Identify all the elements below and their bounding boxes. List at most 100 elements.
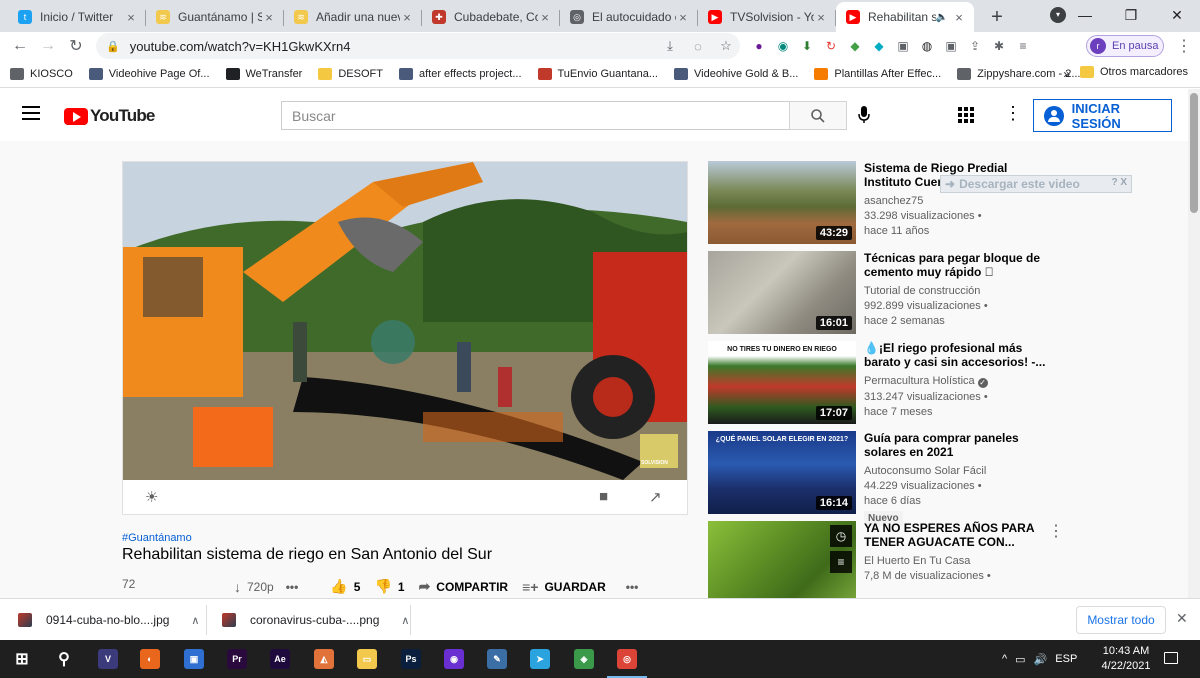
extension-5-icon[interactable]: ◆ [844,36,866,56]
close-tab-icon[interactable]: × [676,10,690,25]
recommended-video[interactable]: 16:01 Técnicas para pegar bloque de cemen… [708,251,1068,341]
hamburger-menu-icon[interactable] [22,106,40,124]
microphone-icon[interactable] [858,106,870,129]
tray-chevron-icon[interactable]: ^ [1002,653,1007,665]
maximize-button[interactable]: ❐ [1108,0,1154,30]
back-button[interactable]: ← [6,37,34,55]
media-player-icon[interactable]: ◉ [444,649,464,669]
notifications-icon[interactable] [1164,652,1178,664]
install-icon[interactable]: ⤓ [656,38,684,54]
network-icon[interactable]: ▭ [1015,653,1025,666]
share-icon[interactable]: ↗ [649,488,662,506]
browser-tab[interactable]: t Inicio / Twitter × [8,2,146,32]
browser-tab[interactable]: ✚ Cubadebate, Con× [422,2,560,32]
video-thumbnail[interactable]: NO TIRES TU DINERO EN RIEGO 17:07 [708,341,856,424]
chrome-icon[interactable]: ◎ [607,649,647,678]
extension-6-icon[interactable]: ◆ [868,36,890,56]
network-map-icon[interactable]: ◈ [574,649,594,669]
dislike-button[interactable]: 👎 1 [374,578,404,595]
reload-button[interactable]: ↻ [62,36,90,56]
watch-later-icon[interactable]: ◷ [830,525,852,547]
bookmark-item[interactable]: after effects project... [398,67,522,80]
close-window-button[interactable]: ✕ [1154,0,1200,30]
recommendation-channel[interactable]: asanchez75 [864,195,1048,207]
recommendation-title[interactable]: YA NO ESPERES AÑOS PARA TENER AGUACATE C… [864,521,1048,549]
file-explorer-icon[interactable]: ▭ [357,649,377,669]
browser-menu-icon[interactable]: ⋮ [1176,36,1192,56]
start-icon[interactable]: ⊞ [12,649,32,669]
bookmark-item[interactable]: Plantillas After Effec... [814,67,941,80]
close-icon[interactable]: X [1120,177,1127,188]
bookmark-item[interactable]: TuEnvio Guantana... [537,67,658,80]
download-bar-controls[interactable]: ? X [1111,177,1127,188]
bookmarks-overflow-button[interactable]: » [1063,67,1070,81]
video-player[interactable]: SOLVISION ☀ ■ ↗ [122,161,688,515]
extension-10-icon[interactable]: ⇪ [964,36,986,56]
star-icon[interactable]: ☆ [712,38,740,54]
bookmark-item[interactable]: Zippyshare.com - 2... [957,67,1081,80]
other-bookmarks-folder[interactable]: Otros marcadores [1079,66,1188,78]
eye-off-icon[interactable]: ◌ [684,39,712,54]
address-bar[interactable]: 🔒 youtube.com/watch?v=KH1GkwKXrn4 ⤓ ◌ ☆ [96,33,740,59]
close-tab-icon[interactable]: × [538,10,552,25]
puzzle-icon[interactable]: ✱ [988,36,1010,56]
save-icon[interactable]: ▣ [184,649,204,669]
page-scrollbar[interactable] [1188,89,1200,598]
after-effects-icon[interactable]: Ae [270,649,290,669]
download-item[interactable]: 0914-cuba-no-blo....jpg ∧ [18,599,199,641]
show-all-downloads-button[interactable]: Mostrar todo [1076,606,1166,634]
paint-icon[interactable]: ✎ [487,649,507,669]
extension-1-icon[interactable]: ● [748,36,770,56]
video-thumbnail[interactable]: 16:01 [708,251,856,334]
lock-icon[interactable]: 🔒 [106,40,120,53]
browser-tab[interactable]: ◎ El autocuidado c × [560,2,698,32]
help-icon[interactable]: ? [1111,177,1117,188]
more-dots-icon[interactable]: ••• [286,580,299,594]
bookmark-item[interactable]: DESOFT [318,67,383,80]
like-button[interactable]: 👍 5 [330,578,360,595]
forward-button[interactable]: → [34,37,62,55]
search-icon[interactable]: ⚲ [54,649,74,669]
recommendation-title[interactable]: Técnicas para pegar bloque de cemento mu… [864,251,1048,279]
extension-7-icon[interactable]: ▣ [892,36,914,56]
youtube-logo[interactable]: YouTube [64,106,155,126]
settings-dots-icon[interactable]: ⋮ [1004,103,1022,124]
firefox-icon[interactable]: ◐ [140,649,160,669]
close-shelf-icon[interactable]: ✕ [1176,610,1188,627]
recommended-video[interactable]: ¿QUÉ PANEL SOLAR ELEGIR EN 2021? 16:14 Guí… [708,431,1068,526]
clock[interactable]: 10:43 AM 4/22/2021 [1098,644,1154,674]
scrollbar-thumb[interactable] [1190,93,1198,213]
recommendation-channel[interactable]: Tutorial de construcción [864,285,1048,297]
video-frame[interactable]: SOLVISION [123,162,687,480]
camera-icon[interactable]: ■ [599,488,608,505]
search-button[interactable] [789,101,847,130]
video-thumbnail[interactable]: ◷ ≡ [708,521,856,598]
bookmark-item[interactable]: Videohive Gold & B... [674,67,798,80]
recommendation-channel[interactable]: El Huerto En Tu Casa [864,555,1048,567]
bookmark-item[interactable]: Videohive Page Of... [88,67,210,80]
browser-tab[interactable]: ≋ Añadir una nueva× [284,2,422,32]
download-item[interactable]: coronavirus-cuba-....png ∧ [222,599,409,641]
more-options-icon[interactable]: ⋮ [1048,521,1064,541]
recommended-video[interactable]: ◷ ≡ YA NO ESPERES AÑOS PARA TENER AGUACATE… [708,521,1068,598]
recommendation-channel[interactable]: Autoconsumo Solar Fácil [864,465,1048,477]
video-thumbnail[interactable]: 43:29 [708,161,856,244]
new-tab-button[interactable]: + [982,2,1012,32]
apps-grid-icon[interactable] [958,107,974,123]
search-input[interactable] [281,101,789,130]
close-tab-icon[interactable]: × [124,10,138,25]
close-tab-icon[interactable]: × [952,10,966,25]
brightness-icon[interactable]: ☀ [145,488,158,506]
add-to-queue-icon[interactable]: ≡ [830,551,852,573]
close-tab-icon[interactable]: × [262,10,276,25]
extension-2-icon[interactable]: ◉ [772,36,794,56]
reading-list-icon[interactable]: ≡ [1012,36,1034,56]
premiere-icon[interactable]: Pr [227,649,247,669]
save-button[interactable]: ≡+ GUARDAR [522,579,606,595]
video-hashtag[interactable]: #Guantánamo [122,532,192,544]
active-tab[interactable]: ▶ Rehabilitan s 🔈 × [836,2,974,32]
volume-icon[interactable]: 🔊 [1034,653,1048,666]
sign-in-button[interactable]: INICIAR SESIÓN [1033,99,1172,132]
more-actions-icon[interactable]: ••• [626,580,639,594]
recommended-video[interactable]: NO TIRES TU DINERO EN RIEGO 17:07 💧¡El rie… [708,341,1068,431]
